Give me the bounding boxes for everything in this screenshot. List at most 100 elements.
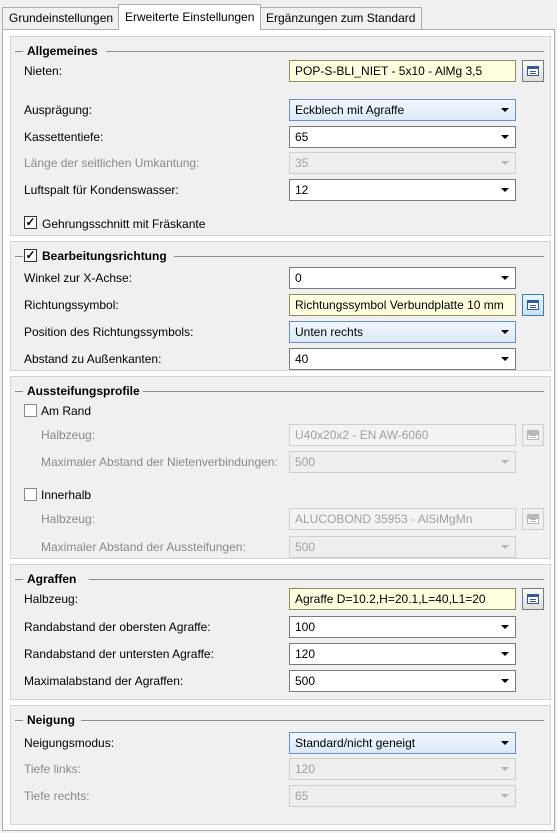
neigungsmodus-value: Standard/nicht geneigt (295, 736, 416, 750)
innen-halbzeug-field: ALUCOBOND 35953 - AlSiMgMn (289, 508, 516, 530)
group-title-agraffen: Agraffen (27, 572, 83, 586)
abstand-aussenkanten-label: Abstand zu Außenkanten: (24, 352, 162, 366)
laenge-umkantung-combo: 35 (289, 152, 516, 174)
nieten-label: Nieten: (24, 64, 63, 78)
chevron-down-icon (501, 460, 509, 464)
laenge-umkantung-label: Länge der seitlichen Umkantung: (24, 156, 200, 170)
tiefe-links-combo: 120 (289, 758, 516, 780)
tab-ergaenzungen-zum-standard[interactable]: Ergänzungen zum Standard (259, 7, 423, 29)
maximalabstand-label: Maximalabstand der Agraffen: (24, 674, 184, 688)
group-title-bearbeitungsrichtung: Bearbeitungsrichtung (42, 249, 173, 263)
winkel-value: 0 (295, 271, 302, 285)
innen-halbzeug-label: Halbzeug: (41, 512, 96, 526)
neigungsmodus-label: Neigungsmodus: (24, 736, 115, 750)
tab-bar: Grundeinstellungen Erweiterte Einstellun… (0, 0, 557, 30)
randabstand-oben-combo[interactable]: 100 (289, 616, 516, 638)
agraffen-halbzeug-field[interactable]: Agraffe D=10.2,H=20.1,L=40,L1=20 (289, 588, 516, 610)
auspraegung-select[interactable]: Eckblech mit Agraffe (289, 99, 516, 121)
abstand-aussenkanten-combo[interactable]: 40 (289, 348, 516, 370)
catalog-list-icon (527, 514, 539, 524)
innerhalb-checkbox[interactable] (24, 488, 37, 501)
nieten-browse-button[interactable] (522, 60, 544, 82)
chevron-down-icon (501, 135, 509, 139)
rand-abstand-label: Maximaler Abstand der Nietenverbindungen… (41, 455, 278, 469)
catalog-list-icon (527, 66, 539, 76)
tab-erweiterte-einstellungen[interactable]: Erweiterte Einstellungen (118, 4, 262, 30)
gehrungsschnitt-checkbox[interactable]: ✓ (24, 216, 37, 229)
rand-halbzeug-field: U40x20x2 - EN AW-6060 (289, 424, 516, 446)
kassettentiefe-value: 65 (295, 130, 309, 144)
richtungssymbol-field[interactable]: Richtungssymbol Verbundplatte 10 mm (289, 294, 516, 316)
luftspalt-value: 12 (295, 183, 309, 197)
laenge-umkantung-value: 35 (295, 156, 309, 170)
group-aussteifungsprofile: Aussteifungsprofile Am Rand Halbzeug: U4… (10, 376, 551, 559)
richtungssymbol-browse-button[interactable] (522, 294, 544, 316)
luftspalt-combo[interactable]: 12 (289, 179, 516, 201)
auspraegung-value: Eckblech mit Agraffe (295, 103, 405, 117)
winkel-label: Winkel zur X-Achse: (24, 271, 133, 285)
tiefe-rechts-label: Tiefe rechts: (24, 789, 90, 803)
rand-abstand-value: 500 (295, 455, 316, 469)
gehrungsschnitt-label: Gehrungsschnitt mit Fräskante (42, 217, 206, 231)
innerhalb-label: Innerhalb (41, 488, 92, 502)
tab-grundeinstellungen[interactable]: Grundeinstellungen (2, 7, 121, 29)
chevron-down-icon (501, 625, 509, 629)
richtungssymbol-label: Richtungssymbol: (24, 298, 119, 312)
randabstand-oben-value: 100 (295, 620, 316, 634)
innen-abstand-value: 500 (295, 540, 316, 554)
chevron-down-icon (501, 330, 509, 334)
tiefe-links-label: Tiefe links: (24, 762, 81, 776)
abstand-aussenkanten-value: 40 (295, 352, 309, 366)
group-title-allgemeines: Allgemeines (27, 44, 104, 58)
tiefe-rechts-combo: 65 (289, 785, 516, 807)
chevron-down-icon (501, 188, 509, 192)
chevron-down-icon (501, 108, 509, 112)
checkmark-icon: ✓ (25, 215, 36, 229)
randabstand-unten-combo[interactable]: 120 (289, 643, 516, 665)
agraffen-halbzeug-browse-button[interactable] (522, 588, 544, 610)
neigungsmodus-select[interactable]: Standard/nicht geneigt (289, 732, 516, 754)
group-bearbeitungsrichtung: ✓ Bearbeitungsrichtung Winkel zur X-Achs… (10, 241, 551, 371)
randabstand-oben-label: Randabstand der obersten Agraffe: (24, 620, 211, 634)
rand-abstand-combo: 500 (289, 451, 516, 473)
innen-halbzeug-browse-button (522, 508, 544, 530)
kassettentiefe-combo[interactable]: 65 (289, 126, 516, 148)
maximalabstand-combo[interactable]: 500 (289, 670, 516, 692)
chevron-down-icon (501, 161, 509, 165)
chevron-down-icon (501, 741, 509, 745)
chevron-down-icon (501, 545, 509, 549)
rand-halbzeug-label: Halbzeug: (41, 428, 96, 442)
position-richtungssymbol-label: Position des Richtungssymbols: (24, 325, 194, 339)
position-richtungssymbol-select[interactable]: Unten rechts (289, 321, 516, 343)
luftspalt-label: Luftspalt für Kondenswasser: (24, 183, 179, 197)
chevron-down-icon (501, 357, 509, 361)
randabstand-unten-label: Randabstand der untersten Agraffe: (24, 647, 214, 661)
catalog-list-icon (527, 594, 539, 604)
rand-halbzeug-browse-button (522, 424, 544, 446)
group-title-neigung: Neigung (27, 713, 81, 727)
tiefe-links-value: 120 (295, 762, 316, 776)
chevron-down-icon (501, 276, 509, 280)
group-title-aussteifungsprofile: Aussteifungsprofile (27, 384, 146, 398)
innen-abstand-label: Maximaler Abstand der Aussteifungen: (41, 540, 246, 554)
maximalabstand-value: 500 (295, 674, 316, 688)
nieten-field[interactable]: POP-S-BLI_NIET - 5x10 - AlMg 3,5 (289, 60, 516, 82)
winkel-combo[interactable]: 0 (289, 267, 516, 289)
am-rand-label: Am Rand (41, 404, 92, 418)
group-allgemeines: Allgemeines Nieten: POP-S-BLI_NIET - 5x1… (10, 36, 551, 236)
chevron-down-icon (501, 767, 509, 771)
chevron-down-icon (501, 794, 509, 798)
chevron-down-icon (501, 679, 509, 683)
randabstand-unten-value: 120 (295, 647, 316, 661)
group-agraffen: Agraffen Halbzeug: Agraffe D=10.2,H=20.1… (10, 564, 551, 700)
position-richtungssymbol-value: Unten rechts (295, 325, 364, 339)
tiefe-rechts-value: 65 (295, 789, 309, 803)
catalog-list-icon (527, 300, 539, 310)
auspraegung-label: Ausprägung: (24, 103, 93, 117)
bearbeitungsrichtung-checkbox[interactable]: ✓ (24, 249, 37, 262)
am-rand-checkbox[interactable] (24, 404, 37, 417)
catalog-list-icon (527, 430, 539, 440)
settings-panel: Allgemeines Nieten: POP-S-BLI_NIET - 5x1… (2, 29, 555, 831)
agraffen-halbzeug-label: Halbzeug: (24, 592, 79, 606)
checkmark-icon: ✓ (25, 248, 36, 262)
